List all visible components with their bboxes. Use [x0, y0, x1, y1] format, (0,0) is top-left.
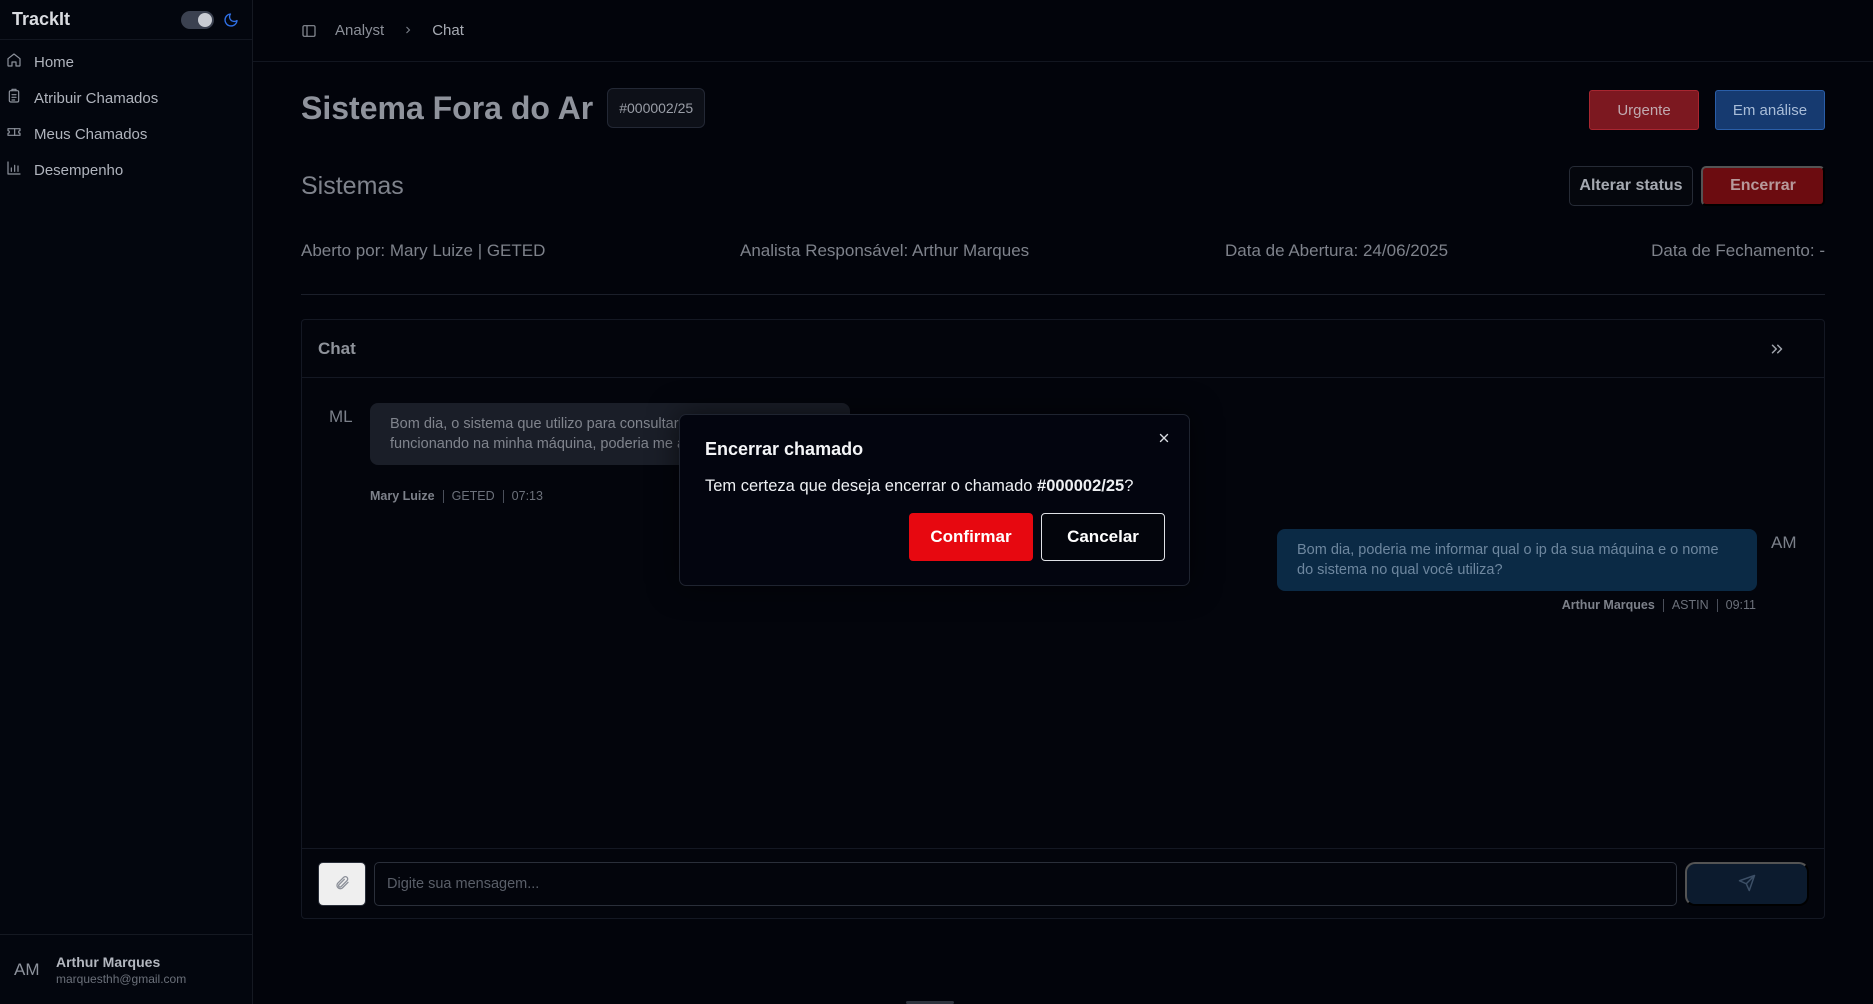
user-email: marquesthh@gmail.com: [56, 971, 187, 986]
sidebar-item-meus-chamados[interactable]: Meus Chamados: [0, 116, 252, 152]
separator: [502, 489, 504, 503]
avatar: AM: [1771, 533, 1797, 552]
message-time: 07:13: [511, 489, 543, 503]
paperclip-icon: [334, 875, 350, 894]
user-name: Arthur Marques: [56, 953, 161, 970]
separator: [1662, 598, 1664, 612]
separator: [1716, 598, 1718, 612]
dialog-text-suffix: ?: [1124, 477, 1134, 495]
moon-icon[interactable]: [222, 11, 240, 29]
user-profile[interactable]: AM Arthur Marques marquesthh@gmail.com: [0, 934, 253, 1004]
sidebar-item-atribuir-chamados[interactable]: Atribuir Chamados: [0, 80, 252, 116]
chat-title: Chat: [318, 338, 356, 358]
chevrons-right-icon[interactable]: [1768, 340, 1786, 358]
dialog-title: Encerrar chamado: [705, 439, 864, 459]
sidebar-item-label: Meus Chamados: [34, 125, 148, 143]
ticket-icon: [6, 124, 22, 144]
sidebar-item-desempenho[interactable]: Desempenho: [0, 152, 252, 188]
home-icon: [6, 52, 22, 72]
message-author: Mary Luize: [370, 489, 435, 503]
opened-by: Aberto por: Mary Luize | GETED: [301, 241, 546, 260]
message-meta: Mary Luize GETED 07:13: [370, 489, 543, 503]
ticket-id-badge: #000002/25: [607, 88, 706, 128]
sidebar-item-home[interactable]: Home: [0, 44, 252, 80]
dialog-ticket-id: #000002/25: [1037, 477, 1125, 495]
confirm-button[interactable]: Confirmar: [909, 513, 1033, 561]
change-status-button[interactable]: Alterar status: [1569, 166, 1693, 206]
theme-toggle[interactable]: [181, 10, 214, 29]
close-icon[interactable]: [1157, 431, 1173, 447]
sidebar: TrackIt Home Atribuir Chamados Meus Cham…: [0, 0, 253, 1004]
message-time: 09:11: [1725, 598, 1756, 612]
message-department: GETED: [451, 489, 495, 503]
message-bubble-sent: Bom dia, poderia me informar qual o ip d…: [1277, 529, 1757, 591]
opened-date: Data de Abertura: 24/06/2025: [1225, 241, 1449, 260]
ticket-header: Sistema Fora do Ar #000002/25: [301, 88, 706, 128]
responsible-analyst: Analista Responsável: Arthur Marques: [740, 241, 1030, 260]
status-badge: Em análise: [1715, 90, 1825, 130]
send-button[interactable]: [1685, 862, 1809, 906]
chat-header: Chat: [302, 320, 1824, 378]
breadcrumb-current: Chat: [432, 22, 464, 39]
sidebar-nav: Home Atribuir Chamados Meus Chamados Des…: [0, 44, 252, 188]
clipboard-icon: [6, 88, 22, 108]
top-bar: Analyst Chat: [253, 0, 1873, 62]
sidebar-header: TrackIt: [0, 0, 252, 40]
avatar: ML: [329, 407, 353, 426]
toggle-knob: [198, 12, 212, 27]
page-title: Sistema Fora do Ar: [301, 89, 594, 126]
divider: [301, 294, 1825, 295]
theme-tools: [181, 10, 240, 29]
user-info: Arthur Marques marquesthh@gmail.com: [56, 954, 186, 986]
ticket-category: Sistemas: [301, 172, 404, 200]
sidebar-item-label: Home: [34, 53, 75, 71]
sidebar-toggle-icon[interactable]: [301, 23, 317, 39]
closed-date: Data de Fechamento: -: [1651, 241, 1825, 260]
priority-badge: Urgente: [1589, 90, 1699, 130]
message-meta: Arthur Marques ASTIN 09:11: [1562, 598, 1756, 612]
message-author: Arthur Marques: [1561, 598, 1655, 612]
dialog-actions: Confirmar Cancelar: [909, 513, 1165, 561]
brand-logo[interactable]: TrackIt: [12, 9, 70, 30]
bar-chart-icon: [6, 160, 22, 180]
message-department: ASTIN: [1671, 598, 1709, 612]
chat-panel: Chat ML Bom dia, o sistema que utilizo p…: [301, 319, 1825, 919]
message-input[interactable]: [374, 862, 1677, 906]
attach-button[interactable]: [318, 862, 366, 906]
sidebar-item-label: Atribuir Chamados: [34, 89, 159, 107]
send-icon: [1738, 874, 1756, 895]
dialog-message: Tem certeza que deseja encerrar o chamad…: [705, 477, 1164, 496]
dialog-text-prefix: Tem certeza que deseja encerrar o chamad…: [705, 477, 1038, 495]
sidebar-item-label: Desempenho: [34, 161, 124, 179]
close-ticket-button[interactable]: Encerrar: [1701, 166, 1825, 206]
separator: [442, 489, 444, 503]
chevron-right-icon: [402, 23, 414, 39]
close-ticket-dialog: Encerrar chamado Tem certeza que deseja …: [679, 414, 1190, 586]
message-composer: [302, 848, 1824, 918]
cancel-button[interactable]: Cancelar: [1041, 513, 1165, 561]
avatar: AM: [14, 959, 40, 979]
breadcrumb-parent[interactable]: Analyst: [335, 22, 384, 39]
